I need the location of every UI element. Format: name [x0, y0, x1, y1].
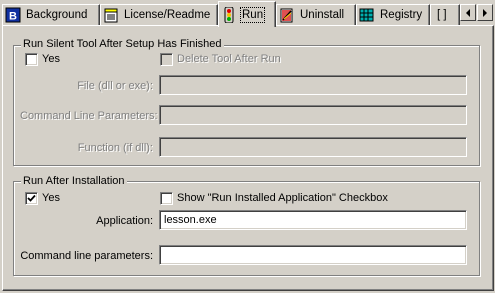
application-field[interactable]: lesson.exe	[159, 210, 467, 230]
chevron-right-icon	[483, 8, 487, 17]
chevron-left-icon	[466, 8, 470, 17]
tab-label: License/Readme	[124, 9, 211, 21]
registry-cube-icon	[359, 7, 375, 23]
show-run-checkbox[interactable]	[160, 192, 173, 205]
traffic-light-icon	[221, 6, 237, 23]
command-line-field[interactable]	[159, 105, 467, 125]
silent-tool-legend: Run Silent Tool After Setup Has Finished	[21, 38, 224, 51]
tab-scroll-right-button[interactable]	[477, 4, 493, 21]
tab-label: Background	[26, 9, 88, 21]
silent-tool-yes-label: Yes	[42, 53, 60, 65]
command-line-params-field[interactable]	[159, 245, 467, 265]
tab-background[interactable]: B Background	[2, 4, 100, 25]
tab-label: [ ]	[437, 9, 447, 21]
file-field[interactable]	[159, 75, 467, 95]
silent-tool-yes-checkbox[interactable]	[25, 53, 38, 66]
show-run-checkbox-label: Show "Run Installed Application" Checkbo…	[177, 192, 388, 204]
run-after-yes-label: Yes	[42, 192, 60, 204]
delete-tool-label: Delete Tool After Run	[177, 53, 281, 65]
run-after-legend: Run After Installation	[21, 175, 127, 188]
tab-registry[interactable]: Registry	[356, 4, 430, 25]
tab-license-readme[interactable]: License/Readme	[100, 4, 218, 25]
file-label: File (dll or exe):	[77, 80, 153, 92]
run-after-yes-checkbox[interactable]	[25, 192, 38, 205]
tab-uninstall[interactable]: Uninstall	[276, 4, 356, 25]
tab-label: Run	[239, 6, 266, 23]
function-label: Function (if dll):	[77, 142, 153, 154]
b-letter-icon: B	[5, 7, 21, 23]
command-line-params-label: Command line parameters:	[20, 250, 153, 262]
tab-scroll-left-button[interactable]	[460, 4, 476, 21]
tab-label: Uninstall	[300, 9, 345, 21]
command-line-label: Command Line Parameters:	[20, 110, 158, 122]
svg-text:B: B	[9, 11, 17, 23]
checkmark-icon	[27, 194, 36, 202]
function-field[interactable]	[159, 137, 467, 157]
delete-tool-checkbox[interactable]	[160, 53, 173, 66]
tab-partial[interactable]: [ ]	[430, 4, 460, 25]
notepad-icon	[103, 7, 119, 23]
uninstall-book-icon	[279, 7, 295, 23]
application-label: Application:	[96, 215, 153, 227]
tab-run[interactable]: Run	[218, 1, 276, 27]
tab-label: Registry	[380, 9, 423, 21]
